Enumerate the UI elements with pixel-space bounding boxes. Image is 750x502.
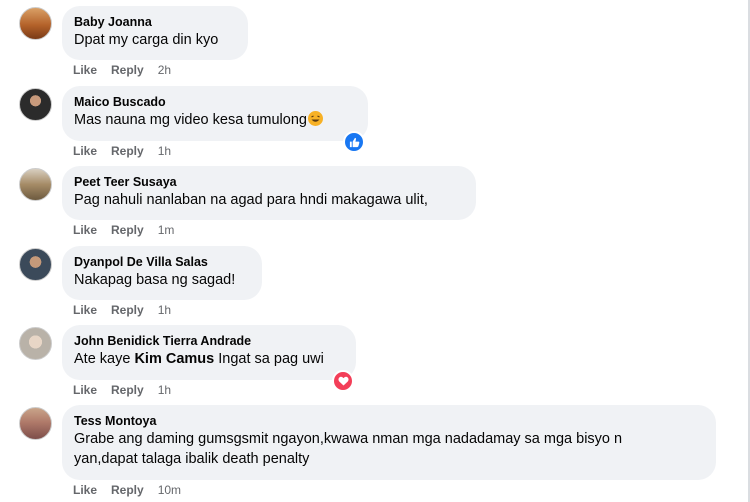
avatar[interactable] <box>19 407 52 440</box>
comment-author[interactable]: Baby Joanna <box>74 14 236 30</box>
comment-bubble: Peet Teer Susaya Pag nahuli nanlaban na … <box>62 166 476 220</box>
comment-actions: Like Reply 1h <box>73 303 185 317</box>
comment-bubble: John Benidick Tierra Andrade Ate kaye Ki… <box>62 325 356 380</box>
like-button[interactable]: Like <box>73 383 97 397</box>
avatar[interactable] <box>19 327 52 360</box>
laughing-face-icon <box>307 111 323 126</box>
comment-text-line: yan,dapat talaga ibalik death penalty <box>74 451 310 467</box>
comment-bubble: Maico Buscado Mas nauna mg video kesa tu… <box>62 86 368 141</box>
comment-actions: Like Reply 1m <box>73 223 188 237</box>
heart-reaction-icon[interactable] <box>332 370 354 392</box>
mention-link[interactable]: Kim Camus <box>134 351 214 367</box>
avatar[interactable] <box>19 248 52 281</box>
comment-bubble: Dyanpol De Villa Salas Nakapag basa ng s… <box>62 246 262 300</box>
comment-timestamp[interactable]: 10m <box>158 483 181 497</box>
like-reaction-icon[interactable] <box>343 131 365 153</box>
comment-text-line: Grabe ang daming gumsgsmit ngayon,kwawa … <box>74 431 623 447</box>
comment-text: Nakapag basa ng sagad! <box>74 272 236 288</box>
comment-text: Pag nahuli nanlaban na agad para hndi ma… <box>74 192 428 208</box>
comment-text: Ate kaye Kim Camus Ingat sa pag uwi <box>74 351 324 367</box>
comment-author[interactable]: Maico Buscado <box>74 94 356 110</box>
comment-actions: Like Reply 1h <box>73 383 185 397</box>
like-button[interactable]: Like <box>73 63 97 77</box>
comment-author[interactable]: Dyanpol De Villa Salas <box>74 254 250 270</box>
reply-button[interactable]: Reply <box>111 223 144 237</box>
comment-bubble: Tess Montoya Grabe ang daming gumsgsmit … <box>62 405 716 480</box>
like-button[interactable]: Like <box>73 303 97 317</box>
comment-actions: Like Reply 10m <box>73 483 195 497</box>
like-button[interactable]: Like <box>73 223 97 237</box>
reply-button[interactable]: Reply <box>111 483 144 497</box>
reply-button[interactable]: Reply <box>111 383 144 397</box>
comment-author[interactable]: Tess Montoya <box>74 413 704 429</box>
comment-text: Mas nauna mg video kesa tumulong <box>74 110 356 130</box>
reply-button[interactable]: Reply <box>111 144 144 158</box>
comment-timestamp[interactable]: 1h <box>158 303 171 317</box>
comment-text: Dpat my carga din kyo <box>74 32 219 48</box>
comment-actions: Like Reply 1h <box>73 144 185 158</box>
avatar[interactable] <box>19 7 52 40</box>
comment-bubble: Baby Joanna Dpat my carga din kyo <box>62 6 248 60</box>
reply-button[interactable]: Reply <box>111 63 144 77</box>
comment-timestamp[interactable]: 1m <box>158 223 175 237</box>
comment-timestamp[interactable]: 2h <box>158 63 171 77</box>
comment-timestamp[interactable]: 1h <box>158 144 171 158</box>
comment-author[interactable]: Peet Teer Susaya <box>74 174 464 190</box>
like-button[interactable]: Like <box>73 483 97 497</box>
comment-actions: Like Reply 2h <box>73 63 185 77</box>
reply-button[interactable]: Reply <box>111 303 144 317</box>
like-button[interactable]: Like <box>73 144 97 158</box>
avatar[interactable] <box>19 168 52 201</box>
comment-author[interactable]: John Benidick Tierra Andrade <box>74 333 344 349</box>
comment-timestamp[interactable]: 1h <box>158 383 171 397</box>
avatar[interactable] <box>19 88 52 121</box>
